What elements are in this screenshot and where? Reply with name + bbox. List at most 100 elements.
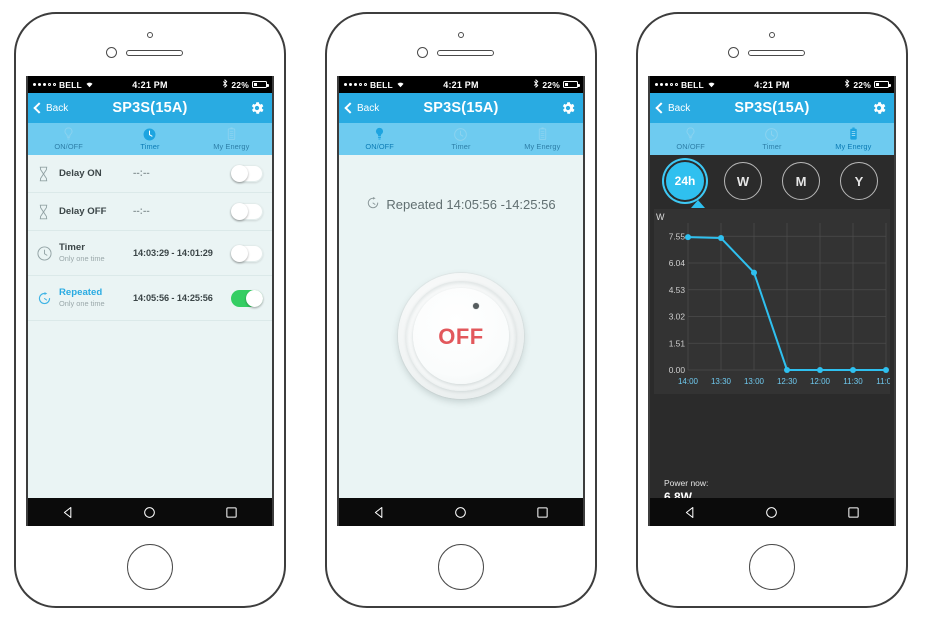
- period-label: Y: [854, 173, 864, 189]
- period-button-y[interactable]: Y: [840, 162, 878, 200]
- period-selector: 24h W M Y: [650, 155, 894, 208]
- power-toggle-knob[interactable]: OFF: [398, 273, 524, 399]
- row-texts: Delay OFF: [59, 206, 131, 217]
- sensor-dot-icon: [147, 32, 153, 38]
- sensor-dot-icon: [769, 32, 775, 38]
- back-label: Back: [357, 102, 380, 114]
- tab-onoff-label: ON/OFF: [365, 142, 394, 151]
- bulb-icon: [374, 127, 385, 141]
- triangle-back-icon[interactable]: [684, 506, 697, 519]
- period-button-m[interactable]: M: [782, 162, 820, 200]
- toggle-knob: [231, 244, 248, 262]
- toggle-delay-on[interactable]: [231, 165, 263, 182]
- table-row[interactable]: Delay ON --:--: [28, 155, 272, 193]
- period-button-24h[interactable]: 24h: [666, 162, 704, 200]
- triangle-back-icon[interactable]: [62, 506, 75, 519]
- chevron-left-icon: [33, 102, 45, 114]
- chart-unit-label: W: [656, 212, 665, 222]
- home-button[interactable]: [749, 544, 795, 590]
- tab-my-energy-label: My Energy: [213, 142, 250, 151]
- onoff-panel: Repeated 14:05:56 -14:25:56 OFF History …: [339, 196, 583, 526]
- earpiece-speaker: [437, 50, 494, 56]
- bulb-icon: [685, 127, 696, 141]
- tab-onoff[interactable]: ON/OFF: [650, 123, 731, 155]
- back-button[interactable]: Back: [655, 102, 690, 114]
- tab-timer-label: Timer: [762, 142, 782, 151]
- battery-list-icon: [537, 127, 548, 141]
- back-button[interactable]: Back: [33, 102, 68, 114]
- home-button[interactable]: [127, 544, 173, 590]
- table-row[interactable]: Timer Only one time 14:03:29 - 14:01:29: [28, 231, 272, 276]
- phone-2-top-hardware: [327, 14, 595, 76]
- tab-my-energy-label: My Energy: [835, 142, 872, 151]
- period-label: W: [736, 173, 750, 189]
- battery-list-icon: [848, 127, 859, 141]
- power-now-label: Power now:: [664, 478, 709, 488]
- nav-bar: Back SP3S(15A): [339, 93, 583, 123]
- circle-home-icon[interactable]: [143, 506, 156, 519]
- sensor-dot-icon: [458, 32, 464, 38]
- battery-icon: [874, 80, 891, 89]
- tab-timer[interactable]: Timer: [731, 123, 812, 155]
- led-indicator-icon: [473, 303, 479, 309]
- hourglass-icon: [37, 166, 59, 182]
- table-row[interactable]: Delay OFF --:--: [28, 193, 272, 231]
- square-recents-icon[interactable]: [225, 506, 238, 519]
- tab-my-energy[interactable]: My Energy: [813, 123, 894, 155]
- battery-icon: [563, 80, 580, 89]
- period-label: 24h: [674, 174, 696, 188]
- row-subtitle: Only one time: [59, 254, 105, 263]
- android-nav-bar: [650, 498, 894, 526]
- row-title: Delay OFF: [59, 206, 107, 217]
- earpiece-speaker: [126, 50, 183, 56]
- battery-percent-label: 22%: [542, 79, 560, 90]
- toggle-repeated[interactable]: [231, 289, 263, 307]
- chart-y-tick: 4.53: [669, 285, 686, 295]
- tab-bar: ON/OFF Timer My Energy: [650, 123, 894, 155]
- toggle-timer[interactable]: [231, 244, 263, 262]
- square-recents-icon[interactable]: [847, 506, 860, 519]
- battery-icon: [252, 80, 269, 89]
- tab-my-energy[interactable]: My Energy: [191, 123, 272, 155]
- chart-data-point: [784, 367, 790, 373]
- tab-bar: ON/OFF Timer My Energy: [339, 123, 583, 155]
- power-state-label: OFF: [438, 324, 484, 349]
- status-bar-right: 22%: [844, 78, 891, 90]
- circle-home-icon[interactable]: [454, 506, 467, 519]
- repeat-icon: [37, 291, 59, 306]
- gear-icon[interactable]: [560, 100, 576, 116]
- period-label: M: [795, 173, 807, 189]
- toggle-knob: [246, 289, 263, 307]
- toggle-delay-off[interactable]: [231, 203, 263, 220]
- back-button[interactable]: Back: [344, 102, 380, 114]
- tab-timer[interactable]: Timer: [420, 123, 501, 155]
- chevron-left-icon: [655, 102, 667, 114]
- table-row[interactable]: Repeated Only one time 14:05:56 - 14:25:…: [28, 276, 272, 321]
- tab-timer-label: Timer: [140, 142, 160, 151]
- gear-icon[interactable]: [871, 100, 887, 116]
- chart-data-point: [850, 367, 856, 373]
- energy-panel: 24h W M Y W 0.00 1.51 3.02 4.53 6.04 7.55 14:00…: [650, 155, 894, 526]
- row-subtitle: Only one time: [59, 299, 105, 308]
- circle-home-icon[interactable]: [765, 506, 778, 519]
- bluetooth-icon: [844, 78, 850, 90]
- phone-2-screen: BELL 4:21 PM 22% Back SP3S(15A) ON/OFF T…: [337, 76, 585, 526]
- bulb-icon: [63, 127, 74, 141]
- home-button[interactable]: [438, 544, 484, 590]
- android-nav-bar: [339, 498, 583, 526]
- triangle-back-icon[interactable]: [373, 506, 386, 519]
- hourglass-icon: [37, 204, 59, 220]
- chart-y-tick: 7.55: [669, 231, 686, 241]
- row-title: Delay ON: [59, 168, 102, 179]
- tab-timer[interactable]: Timer: [109, 123, 190, 155]
- gear-icon[interactable]: [249, 100, 265, 116]
- android-nav-bar: [28, 498, 272, 526]
- status-bar: BELL 4:21 PM 22%: [339, 76, 583, 93]
- tab-my-energy[interactable]: My Energy: [502, 123, 583, 155]
- square-recents-icon[interactable]: [536, 506, 549, 519]
- tab-onoff[interactable]: ON/OFF: [28, 123, 109, 155]
- chevron-left-icon: [344, 102, 356, 114]
- status-bar: BELL 4:21 PM 22%: [28, 76, 272, 93]
- tab-onoff[interactable]: ON/OFF: [339, 123, 420, 155]
- period-button-w[interactable]: W: [724, 162, 762, 200]
